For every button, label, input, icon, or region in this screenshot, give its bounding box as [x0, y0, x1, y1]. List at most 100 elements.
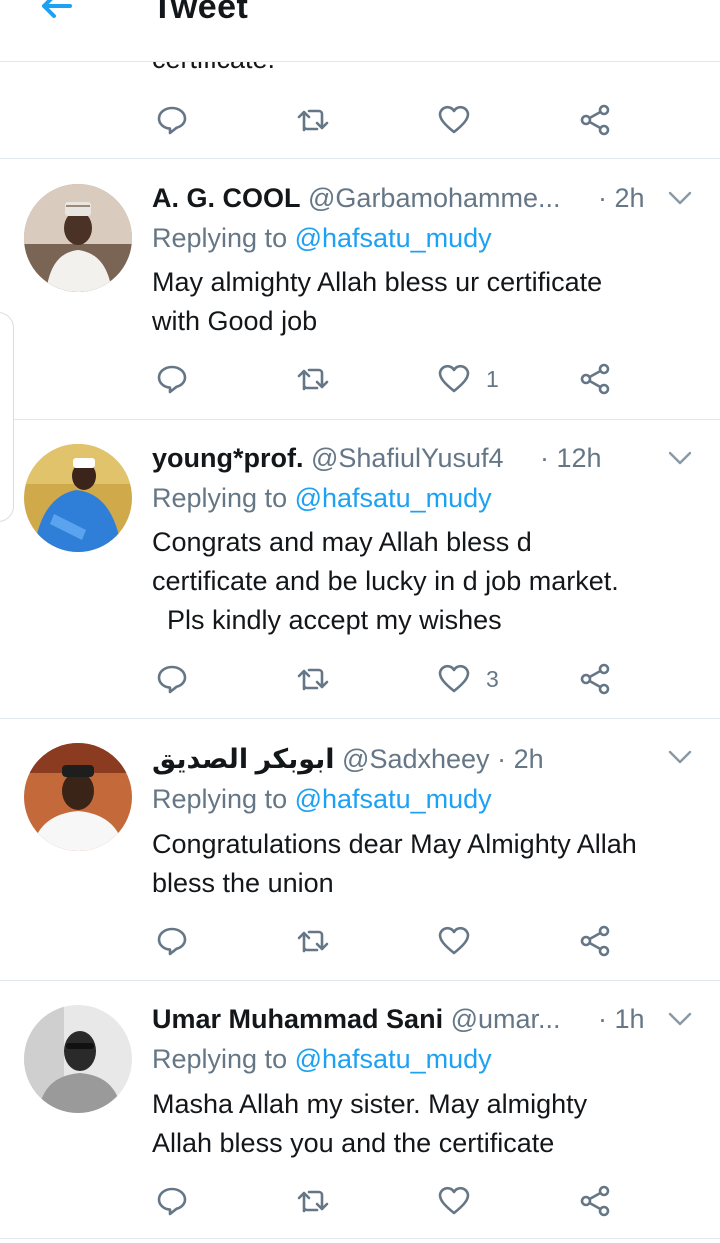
replying-prefix: Replying to [152, 1044, 288, 1074]
reply-bubble-icon [157, 365, 187, 394]
back-arrow-icon[interactable] [36, 0, 76, 32]
tweet-actions [152, 921, 622, 961]
user-handle[interactable]: @Sadxheey [342, 744, 490, 774]
share-icon [580, 104, 610, 136]
heart-icon [438, 664, 470, 693]
display-name[interactable]: ابوبكر الصديق [152, 744, 335, 774]
reply-bubble-icon [157, 1187, 187, 1216]
tweet-header: ابوبكر الصديق @Sadxheey · 2h [152, 741, 628, 777]
retweet-button[interactable] [295, 1181, 331, 1221]
replying-prefix: Replying to [152, 223, 288, 253]
avatar[interactable] [24, 184, 132, 292]
share-button[interactable] [577, 359, 613, 399]
timestamp-group: · 12h [540, 440, 602, 476]
avatar[interactable] [24, 1005, 132, 1113]
tweet-text-line: Congrats and may Allah bless d [152, 527, 532, 557]
share-icon [580, 925, 610, 957]
retweet-icon [297, 930, 329, 953]
reply-bubble-icon [157, 665, 187, 694]
timestamp-group: · 1h [598, 1001, 645, 1037]
share-button[interactable] [577, 100, 613, 140]
heart-icon [438, 364, 470, 393]
reply-tweet[interactable]: young*prof. @ShafiulYusuf4 · 12h Replyin… [0, 420, 720, 719]
replying-to: Replying to @hafsatu_mudy [152, 1041, 492, 1077]
previous-tweet-actions [152, 100, 622, 140]
display-name[interactable]: Umar Muhammad Sani [152, 1004, 443, 1034]
retweet-button[interactable] [295, 100, 331, 140]
like-button[interactable] [436, 1181, 472, 1221]
chevron-down-icon[interactable] [666, 743, 694, 771]
timestamp: 2h [513, 744, 544, 774]
tweet-header: A. G. COOL @Garbamohamme... [152, 180, 628, 216]
like-button[interactable] [436, 921, 472, 961]
side-drawer-handle[interactable] [0, 312, 14, 522]
reply-tweet[interactable]: ابوبكر الصديق @Sadxheey · 2h Replying to… [0, 719, 720, 981]
reply-button[interactable] [154, 359, 190, 399]
like-button[interactable] [436, 100, 472, 140]
chevron-down-icon[interactable] [666, 1005, 694, 1033]
tweet-text-line: with Good job [152, 306, 318, 336]
timestamp-group: · 2h [598, 180, 645, 216]
share-button[interactable] [577, 921, 613, 961]
tweet-text-line: Masha Allah my sister. May almighty [152, 1089, 588, 1119]
mention-link[interactable]: @hafsatu_mudy [295, 784, 492, 814]
user-handle[interactable]: @Garbamohamme... [308, 183, 561, 213]
tweet-text-line: Pls kindly accept my wishes [152, 605, 502, 635]
heart-icon [438, 1186, 470, 1215]
tweet-text: Congrats and may Allah bless d certifica… [152, 523, 702, 640]
previous-tweet-text: certificate. [152, 62, 275, 75]
retweet-icon [297, 1190, 329, 1213]
share-button[interactable] [577, 659, 613, 699]
retweet-button[interactable] [295, 659, 331, 699]
mention-link[interactable]: @hafsatu_mudy [295, 223, 492, 253]
tweet-header: Umar Muhammad Sani @umar... [152, 1001, 628, 1037]
reply-tweet[interactable]: A. G. COOL @Garbamohamme... · 2h Replyin… [0, 160, 720, 420]
tweet-actions: 3 [152, 659, 622, 699]
tweet-text-line: bless the union [152, 868, 334, 898]
page-title: Tweet [152, 0, 249, 26]
heart-icon [438, 105, 470, 134]
share-icon [580, 663, 610, 695]
mention-link[interactable]: @hafsatu_mudy [295, 483, 492, 513]
reply-tweet[interactable]: Umar Muhammad Sani @umar... · 1h Replyin… [0, 981, 720, 1239]
user-handle[interactable]: @ShafiulYusuf4 [311, 443, 504, 473]
avatar[interactable] [24, 444, 132, 552]
like-button[interactable]: 1 [436, 359, 499, 399]
reply-button[interactable] [154, 659, 190, 699]
previous-tweet: certificate. [0, 62, 720, 159]
share-button[interactable] [577, 1181, 613, 1221]
replying-to: Replying to @hafsatu_mudy [152, 480, 492, 516]
reply-bubble-icon [157, 927, 187, 956]
replying-prefix: Replying to [152, 784, 288, 814]
reply-bubble-icon [157, 106, 187, 135]
tweet-text-line: Allah bless you and the certificate [152, 1128, 555, 1158]
display-name[interactable]: young*prof. [152, 443, 303, 473]
retweet-icon [297, 668, 329, 691]
tweet-actions: 1 [152, 359, 622, 399]
timestamp: 1h [614, 1004, 645, 1034]
top-bar: Tweet [0, 0, 720, 62]
tweet-text-line: Congratulations dear May Almighty Allah [152, 829, 637, 859]
timestamp: 12h [556, 443, 602, 473]
chevron-down-icon[interactable] [666, 444, 694, 472]
reply-button[interactable] [154, 1181, 190, 1221]
like-count: 3 [486, 665, 499, 692]
like-button[interactable]: 3 [436, 659, 499, 699]
separator-dot: · [540, 443, 549, 473]
reply-button[interactable] [154, 100, 190, 140]
reply-button[interactable] [154, 921, 190, 961]
retweet-button[interactable] [295, 921, 331, 961]
retweet-button[interactable] [295, 359, 331, 399]
user-handle[interactable]: @umar... [451, 1004, 561, 1034]
heart-icon [438, 926, 470, 955]
tweet-text: Congratulations dear May Almighty Allah … [152, 825, 702, 903]
display-name[interactable]: A. G. COOL [152, 183, 301, 213]
separator-dot: · [598, 183, 607, 213]
avatar[interactable] [24, 743, 132, 851]
chevron-down-icon[interactable] [666, 184, 694, 212]
share-icon [580, 363, 610, 395]
mention-link[interactable]: @hafsatu_mudy [295, 1044, 492, 1074]
tweet-text: May almighty Allah bless ur certificate … [152, 263, 702, 341]
separator-dot: · [598, 1004, 607, 1034]
share-icon [580, 1185, 610, 1217]
